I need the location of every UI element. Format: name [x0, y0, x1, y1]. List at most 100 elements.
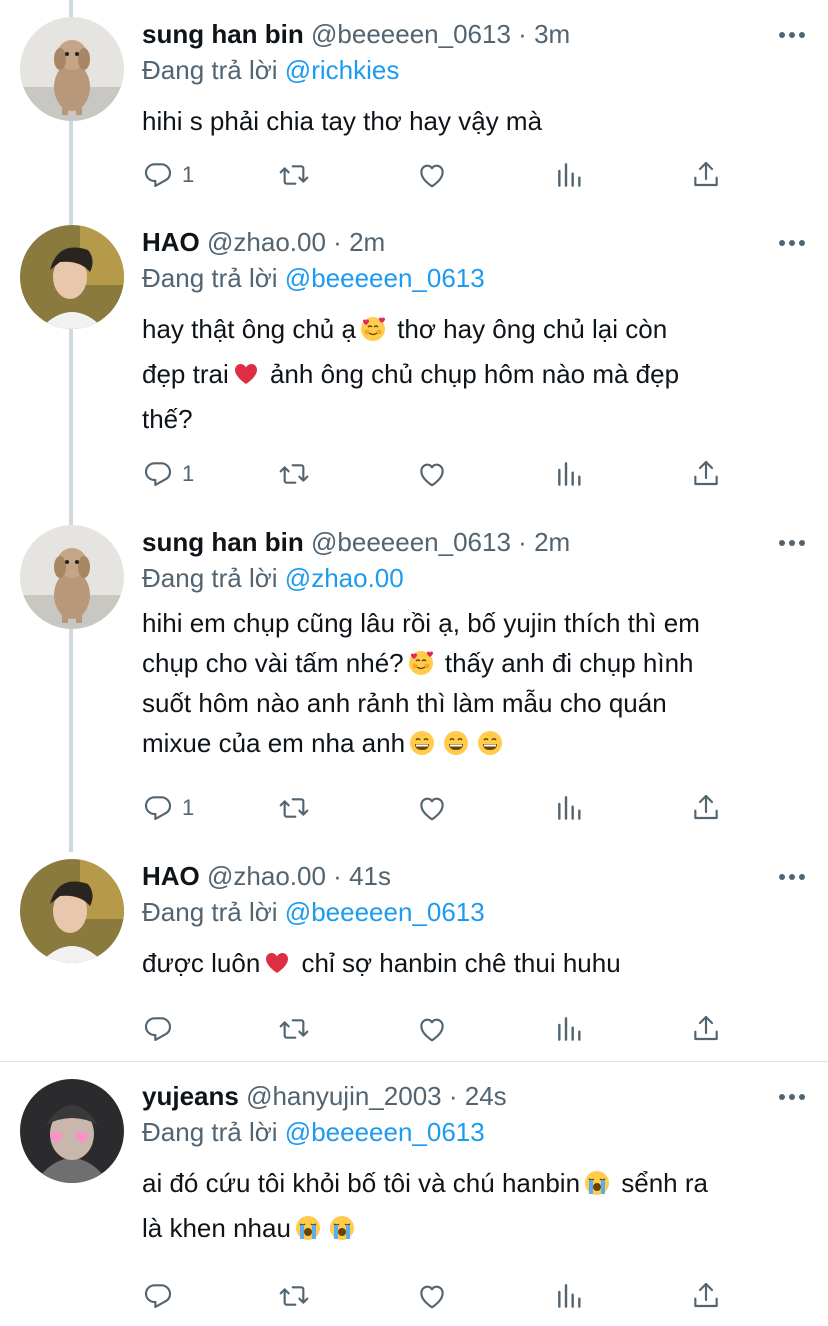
avatar-yujeans[interactable]	[20, 1079, 124, 1183]
retweet-button[interactable]	[278, 1012, 310, 1046]
user-handle[interactable]: @beeeeen_0613	[311, 527, 511, 557]
user-handle[interactable]: @zhao.00	[207, 861, 326, 891]
user-handle[interactable]: @hanyujin_2003	[246, 1081, 442, 1111]
retweet-button[interactable]	[278, 1279, 310, 1313]
like-button[interactable]	[416, 457, 448, 491]
tweet-actions: 1	[142, 791, 762, 825]
share-button[interactable]	[690, 1012, 722, 1046]
heart-outline-icon	[416, 159, 448, 191]
more-options-icon[interactable]	[778, 1093, 806, 1101]
share-button[interactable]	[690, 457, 722, 491]
share-button[interactable]	[690, 158, 722, 192]
user-handle[interactable]: @beeeeen_0613	[311, 19, 511, 49]
heart-outline-icon	[416, 1280, 448, 1312]
replying-handle[interactable]: @beeeeen_0613	[285, 263, 485, 293]
timestamp[interactable]: 24s	[465, 1081, 507, 1111]
red-heart-icon	[264, 950, 290, 976]
views-button[interactable]	[554, 158, 586, 192]
more-options-icon[interactable]	[778, 539, 806, 547]
tweet-text-segment: mixue của em nha anh	[142, 728, 406, 758]
tweet-header: HAO @zhao.00 · 2m	[142, 225, 806, 259]
retweet-arrows-icon	[278, 1280, 310, 1312]
reply-button[interactable]: 1	[142, 158, 194, 192]
reply-button[interactable]	[142, 1279, 174, 1313]
more-options-icon[interactable]	[778, 31, 806, 39]
separator: ·	[333, 227, 342, 257]
tweet-text: hihi s phải chia tay thơ hay vậy mà	[142, 99, 806, 144]
avatar-dog[interactable]	[20, 17, 124, 121]
tweet-header: sung han bin @beeeeen_0613 · 3m	[142, 17, 806, 51]
tweet-text-segment: thấy anh đi chụp hình	[444, 648, 694, 678]
like-button[interactable]	[416, 1279, 448, 1313]
avatar-dog[interactable]	[20, 525, 124, 629]
avatar-hao[interactable]	[20, 225, 124, 329]
replying-to: Đang trả lời @richkies	[142, 53, 806, 87]
upload-share-icon	[690, 1280, 722, 1312]
retweet-arrows-icon	[278, 159, 310, 191]
views-button[interactable]	[554, 1279, 586, 1313]
reply-button[interactable]	[142, 1012, 174, 1046]
replying-handle[interactable]: @beeeeen_0613	[285, 1117, 485, 1147]
like-button[interactable]	[416, 158, 448, 192]
upload-share-icon	[690, 159, 722, 191]
replying-handle[interactable]: @zhao.00	[285, 563, 404, 593]
tweet-text-segment: suốt hôm nào anh rảnh thì làm mẫu cho qu…	[142, 688, 667, 718]
loudly-crying-face-icon	[295, 1215, 321, 1241]
tweet-actions: 1	[142, 158, 762, 192]
replying-handle[interactable]: @beeeeen_0613	[285, 897, 485, 927]
heart-outline-icon	[416, 1013, 448, 1045]
retweet-button[interactable]	[278, 158, 310, 192]
views-button[interactable]	[554, 791, 586, 825]
views-button[interactable]	[554, 1012, 586, 1046]
tweet-text-segment: chụp cho vài tấm nhé?	[142, 648, 404, 678]
display-name[interactable]: sung han bin	[142, 19, 304, 49]
tweet-text-segment: ai đó cứu tôi khỏi bố tôi và chú hanbin	[142, 1168, 581, 1198]
replying-prefix: Đang trả lời	[142, 1117, 278, 1147]
views-button[interactable]	[554, 457, 586, 491]
replying-to: Đang trả lời @beeeeen_0613	[142, 895, 806, 929]
loudly-crying-face-icon	[584, 1170, 610, 1196]
timestamp[interactable]: 41s	[349, 861, 391, 891]
comment-bubble-icon	[142, 1013, 174, 1045]
upload-share-icon	[690, 458, 722, 490]
tweet-text: hay thật ông chủ ạ thơ hay ông chủ lại c…	[142, 307, 806, 442]
retweet-button[interactable]	[278, 791, 310, 825]
user-handle[interactable]: @zhao.00	[207, 227, 326, 257]
comment-bubble-icon	[142, 1280, 174, 1312]
tweet-text-segment: sểnh ra	[621, 1168, 708, 1198]
retweet-button[interactable]	[278, 457, 310, 491]
tweet-text-segment: thơ hay ông chủ lại còn	[397, 314, 668, 344]
reply-button[interactable]: 1	[142, 457, 194, 491]
display-name[interactable]: HAO	[142, 861, 200, 891]
more-options-icon[interactable]	[778, 239, 806, 247]
like-button[interactable]	[416, 1012, 448, 1046]
tweet-text-segment: hihi s phải chia tay thơ hay vậy mà	[142, 106, 543, 136]
tweet-text-segment: hay thật ông chủ ạ	[142, 314, 356, 344]
reply-button[interactable]: 1	[142, 791, 194, 825]
retweet-arrows-icon	[278, 458, 310, 490]
tweet-text-segment: là khen nhau	[142, 1213, 291, 1243]
timestamp[interactable]: 2m	[349, 227, 385, 257]
tweet-text: được luôn chỉ sợ hanbin chê thui huhu	[142, 941, 806, 986]
replying-handle[interactable]: @richkies	[285, 55, 400, 85]
share-button[interactable]	[690, 791, 722, 825]
replying-prefix: Đang trả lời	[142, 55, 278, 85]
replying-prefix: Đang trả lời	[142, 563, 278, 593]
smiling-face-with-hearts-icon	[408, 650, 434, 676]
like-button[interactable]	[416, 791, 448, 825]
reply-count: 1	[182, 795, 195, 820]
bar-chart-icon	[554, 1280, 586, 1312]
more-options-icon[interactable]	[778, 873, 806, 881]
grinning-face-icon	[443, 730, 469, 756]
avatar-hao[interactable]	[20, 859, 124, 963]
timestamp[interactable]: 3m	[534, 19, 570, 49]
timestamp[interactable]: 2m	[534, 527, 570, 557]
share-button[interactable]	[690, 1279, 722, 1313]
display-name[interactable]: yujeans	[142, 1081, 239, 1111]
upload-share-icon	[690, 792, 722, 824]
tweet-text: ai đó cứu tôi khỏi bố tôi và chú hanbin …	[142, 1161, 806, 1251]
display-name[interactable]: HAO	[142, 227, 200, 257]
tweet-text-segment: chỉ sợ hanbin chê thui huhu	[301, 948, 621, 978]
tweet-text-segment: thế?	[142, 404, 193, 434]
display-name[interactable]: sung han bin	[142, 527, 304, 557]
